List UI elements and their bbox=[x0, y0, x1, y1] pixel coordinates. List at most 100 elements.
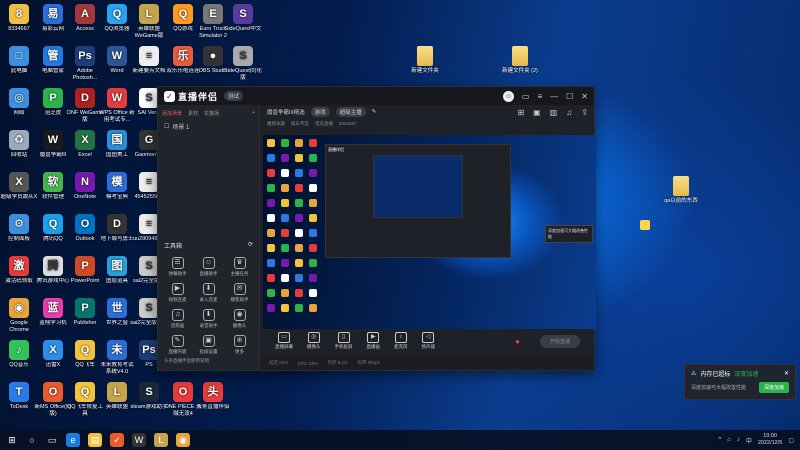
desktop-icon[interactable]: ♻ 回收站 bbox=[0, 130, 38, 159]
desktop-icon[interactable]: S SideQuest(0)化版 bbox=[224, 46, 262, 81]
desktop-icon[interactable]: T ToDesk bbox=[0, 382, 38, 411]
toast-close-icon[interactable]: ✕ bbox=[784, 370, 789, 377]
clock[interactable]: 19:00 2022/12/5 bbox=[758, 433, 782, 447]
desktop-icon[interactable]: ♪ QQ音乐 bbox=[0, 340, 38, 369]
avatar[interactable]: ☺ bbox=[502, 90, 514, 102]
bottom-tool-button[interactable]: ♪ 麦克风 bbox=[394, 332, 408, 350]
taskbar-edge-icon[interactable]: e bbox=[66, 433, 80, 447]
app-icon: 易 bbox=[43, 4, 63, 24]
taskbar-explorer-icon[interactable]: ▤ bbox=[88, 433, 102, 447]
task-view-icon[interactable]: ▭ bbox=[46, 434, 58, 446]
toast-link[interactable]: 深度加速 bbox=[734, 369, 758, 378]
app-icon: 管 bbox=[43, 46, 63, 66]
add-icon[interactable]: + bbox=[252, 110, 255, 117]
help-link[interactable]: 头条直播伴侣使用说明 bbox=[164, 358, 209, 364]
bottom-tool-button[interactable]: ▯ 手机投屏 bbox=[335, 332, 353, 350]
app-icon: S bbox=[139, 256, 159, 276]
room-tag-host[interactable]: 超级主播 bbox=[335, 107, 366, 117]
edit-icon[interactable]: ✎ bbox=[372, 109, 377, 115]
preview-desktop-icon bbox=[267, 214, 275, 222]
preview-desktop-icon bbox=[281, 154, 289, 162]
desktop-icon[interactable]: L 英雄联盟WeGame版 bbox=[130, 4, 168, 39]
chevron-up-icon[interactable]: ^ bbox=[718, 437, 721, 443]
room-tag-game[interactable]: 游戏 bbox=[310, 107, 330, 117]
network-icon[interactable]: ⌂ bbox=[727, 437, 731, 443]
minimize-icon[interactable]: — bbox=[550, 92, 558, 101]
tool-label: 播客助手 bbox=[230, 297, 249, 302]
app-icon: 腾 bbox=[43, 256, 63, 276]
search-icon[interactable]: ○ bbox=[26, 434, 38, 446]
desktop-icon-label: steam游戏助手 bbox=[130, 404, 168, 410]
tool-icon: ◉ bbox=[233, 309, 246, 321]
desktop-icon[interactable]: S SideQuest中文 bbox=[224, 4, 262, 33]
tab-material[interactable]: 素材 bbox=[188, 110, 198, 117]
ime-icon[interactable]: 中 bbox=[746, 436, 752, 445]
start-button[interactable]: ⊞ bbox=[6, 434, 18, 446]
chart-icon[interactable]: ▥ bbox=[550, 108, 558, 117]
tool-item[interactable]: ⊕ 更多 bbox=[224, 335, 255, 355]
toast-action-button[interactable]: 深度加速 bbox=[758, 382, 789, 393]
tab-flower[interactable]: 花猫场 bbox=[204, 110, 219, 117]
taskbar-live-assistant-icon[interactable]: ✓ bbox=[110, 433, 124, 447]
scene-item[interactable]: ☐ 场景 1 bbox=[158, 122, 259, 131]
desktop-icon[interactable]: ⚙ 控制面板 bbox=[0, 214, 38, 243]
settings-icon[interactable]: ≡ bbox=[537, 92, 542, 101]
gift-icon[interactable]: ⊞ bbox=[517, 108, 524, 117]
bottom-tool-icon: ▯ bbox=[337, 332, 350, 343]
app-icon: G bbox=[139, 130, 159, 150]
tool-item[interactable]: ☺ 直播助手 bbox=[193, 257, 224, 277]
desktop-icon[interactable]: 8 8334667 bbox=[0, 4, 38, 33]
tool-item[interactable]: ▶ 视频连麦 bbox=[162, 283, 193, 303]
desktop-icon-label: 控制面板 bbox=[7, 236, 30, 242]
tool-item[interactable]: ▣ 投屏设置 bbox=[193, 335, 224, 355]
title-bar: ✓ 直播伴侣 测试 ☺ ▭ ≡ — ☐ ✕ bbox=[158, 87, 594, 105]
desktop-icon[interactable]: ◎ 网络 bbox=[0, 88, 38, 117]
desktop-icon[interactable]: 头头条直播伴侣 bbox=[194, 382, 232, 411]
close-icon[interactable]: ✕ bbox=[581, 92, 588, 101]
desktop-icon[interactable]: X 超级学员跟从X bbox=[0, 172, 38, 201]
notification-icon[interactable]: ▢ bbox=[788, 437, 794, 444]
bottom-tool-label: 麦克风 bbox=[394, 344, 408, 349]
tool-item[interactable]: ✉ 播客助手 bbox=[224, 283, 255, 303]
tool-item[interactable]: ⬇ 录入连麦 bbox=[193, 283, 224, 303]
tool-item[interactable]: ♛ 主播任务 bbox=[224, 257, 255, 277]
bottom-tool-button[interactable]: ▭ 直播屏幕 bbox=[275, 332, 293, 350]
taskbar-chrome-icon[interactable]: ◉ bbox=[176, 433, 190, 447]
cart-icon[interactable]: ▣ bbox=[533, 108, 541, 117]
start-live-button[interactable]: 开始直播 bbox=[539, 334, 580, 348]
desktop-icon[interactable]: Ssteam游戏助手 bbox=[130, 382, 168, 411]
bottom-tool-button[interactable]: ◁ 扬声器 bbox=[422, 332, 435, 350]
share-icon[interactable]: ⇪ bbox=[581, 108, 588, 117]
app-icon: 世 bbox=[107, 298, 127, 318]
live-preview[interactable]: 直播伴侣 深度加速可大幅改善性能 bbox=[263, 135, 596, 329]
bottom-tool-button[interactable]: ▶ 直播画 bbox=[367, 332, 380, 350]
tab-scene[interactable]: 添加场景 bbox=[162, 110, 182, 117]
maximize-icon[interactable]: ☐ bbox=[566, 92, 573, 101]
taskbar-lol-icon[interactable]: L bbox=[154, 433, 168, 447]
folder-icon[interactable]: 新建文件夹 bbox=[395, 46, 455, 75]
preview-desktop-icon bbox=[281, 274, 289, 282]
tool-item[interactable]: ◉ 摄像头 bbox=[224, 309, 255, 329]
desktop-icon[interactable]: ≡ 新建要点文档 bbox=[130, 46, 168, 75]
desktop-floating-icon[interactable] bbox=[640, 220, 650, 230]
desktop-icon[interactable]: □ 此电脑 bbox=[0, 46, 38, 75]
tool-item[interactable]: ☰ 弹幕助手 bbox=[162, 257, 193, 277]
tool-item[interactable]: ✎ 直播内容 bbox=[162, 335, 193, 355]
taskbar-warcraft-icon[interactable]: W bbox=[132, 433, 146, 447]
folder-label: qa以前的东西 bbox=[664, 198, 698, 204]
bottom-tool-label: 手机投屏 bbox=[334, 344, 353, 349]
bell-icon[interactable]: ♫ bbox=[566, 108, 572, 117]
desktop-icon[interactable]: ◉ Google Chrome bbox=[0, 298, 38, 333]
folder-icon[interactable]: 新建文件夹 (2) bbox=[490, 46, 550, 75]
volume-icon[interactable]: ♪ bbox=[737, 437, 740, 443]
record-icon[interactable]: ● bbox=[515, 337, 520, 346]
folder-icon[interactable]: qa以前的东西 bbox=[651, 176, 711, 205]
tool-item[interactable]: ⬇ 录音助手 bbox=[193, 309, 224, 329]
bottom-toolbar: ▭ 直播屏幕 ◎ 摄像头 ▯ 手机投屏 ▶ 直播画 ♪ 麦克风 ◁ 扬声器 ● 开始直播 bbox=[261, 328, 594, 354]
bottom-tool-button[interactable]: ◎ 摄像头 bbox=[307, 332, 321, 350]
desktop-icon[interactable]: 激激活码领取 bbox=[0, 256, 38, 285]
refresh-icon[interactable]: ⟳ bbox=[248, 241, 253, 250]
tool-item[interactable]: ♫ 话筒画 bbox=[162, 309, 193, 329]
app-icon: W bbox=[107, 46, 127, 66]
menu-icon[interactable]: ▭ bbox=[522, 92, 530, 101]
